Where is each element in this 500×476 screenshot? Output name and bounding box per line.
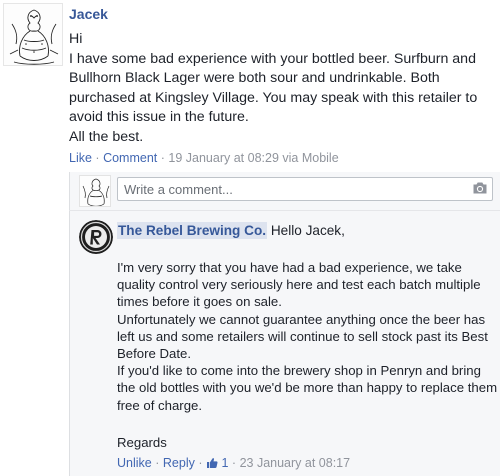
reply-line: free of charge. xyxy=(117,397,203,413)
reply-greeting: Hello Jacek, xyxy=(270,223,345,238)
reply-line: If you'd like to come into the brewery s… xyxy=(117,363,481,379)
comment-input[interactable] xyxy=(117,177,493,201)
sketch-avatar-image xyxy=(80,176,110,206)
camera-icon[interactable] xyxy=(472,181,488,195)
like-link[interactable]: Like xyxy=(69,151,92,165)
separator: · xyxy=(198,456,203,470)
post-line: avoid this issue in the future. xyxy=(69,109,249,125)
reply-actions: Unlike · Reply · 1 · 23 January at 08:17 xyxy=(117,456,350,470)
rebel-logo-icon xyxy=(79,220,113,254)
separator: · xyxy=(95,151,100,165)
page-name-link[interactable]: The Rebel Brewing Co. xyxy=(117,222,268,239)
reply-timestamp[interactable]: 23 January at 08:17 xyxy=(240,456,351,470)
post-line: I have some bad experience with your bot… xyxy=(69,50,476,67)
post-timestamp[interactable]: 19 January at 08:29 via Mobile xyxy=(168,151,338,165)
thumbs-up-icon[interactable] xyxy=(206,457,218,469)
separator: · xyxy=(231,456,237,470)
post-author[interactable]: Jacek xyxy=(69,6,108,22)
post-line: Hi xyxy=(69,31,83,47)
post-line: All the best. xyxy=(69,128,144,145)
post-body: Hi I have some bad experience with your … xyxy=(69,30,494,147)
unlike-link[interactable]: Unlike xyxy=(117,456,152,470)
sketch-avatar-image xyxy=(4,4,62,65)
reply-line: the old bottles with you we'd be more th… xyxy=(117,380,498,396)
reply-link[interactable]: Reply xyxy=(163,456,195,470)
reply-line: left us and some retailers will continue… xyxy=(117,328,488,344)
post-line: purchased at Kingsley Village. You may s… xyxy=(69,89,478,106)
like-count[interactable]: 1 xyxy=(221,456,228,470)
current-user-avatar xyxy=(79,175,111,207)
post-line: Bullhorn Black Lager were both sour and … xyxy=(69,70,440,86)
page-avatar[interactable] xyxy=(79,220,113,254)
comment-link[interactable]: Comment xyxy=(103,151,157,165)
reply-line: quality control very seriously here and … xyxy=(117,277,481,293)
divider xyxy=(69,210,500,211)
facebook-post: Jacek Hi I have some bad experience with… xyxy=(0,0,500,476)
reply-line: Before Date. xyxy=(117,346,192,362)
reply-line: Unfortunately we cannot guarantee anythi… xyxy=(117,311,486,327)
reply-header: The Rebel Brewing Co. Hello Jacek, xyxy=(117,222,345,239)
reply-closing: Regards xyxy=(117,435,167,450)
reply-line: I'm very sorry that you have had a bad e… xyxy=(117,260,462,275)
separator: · xyxy=(155,456,160,470)
reply-line: times before it goes on sale. xyxy=(117,294,282,310)
author-avatar[interactable] xyxy=(3,3,63,66)
post-actions: Like · Comment · 19 January at 08:29 via… xyxy=(69,151,339,165)
reply-body: I'm very sorry that you have had a bad e… xyxy=(117,259,498,414)
separator: · xyxy=(160,151,165,165)
